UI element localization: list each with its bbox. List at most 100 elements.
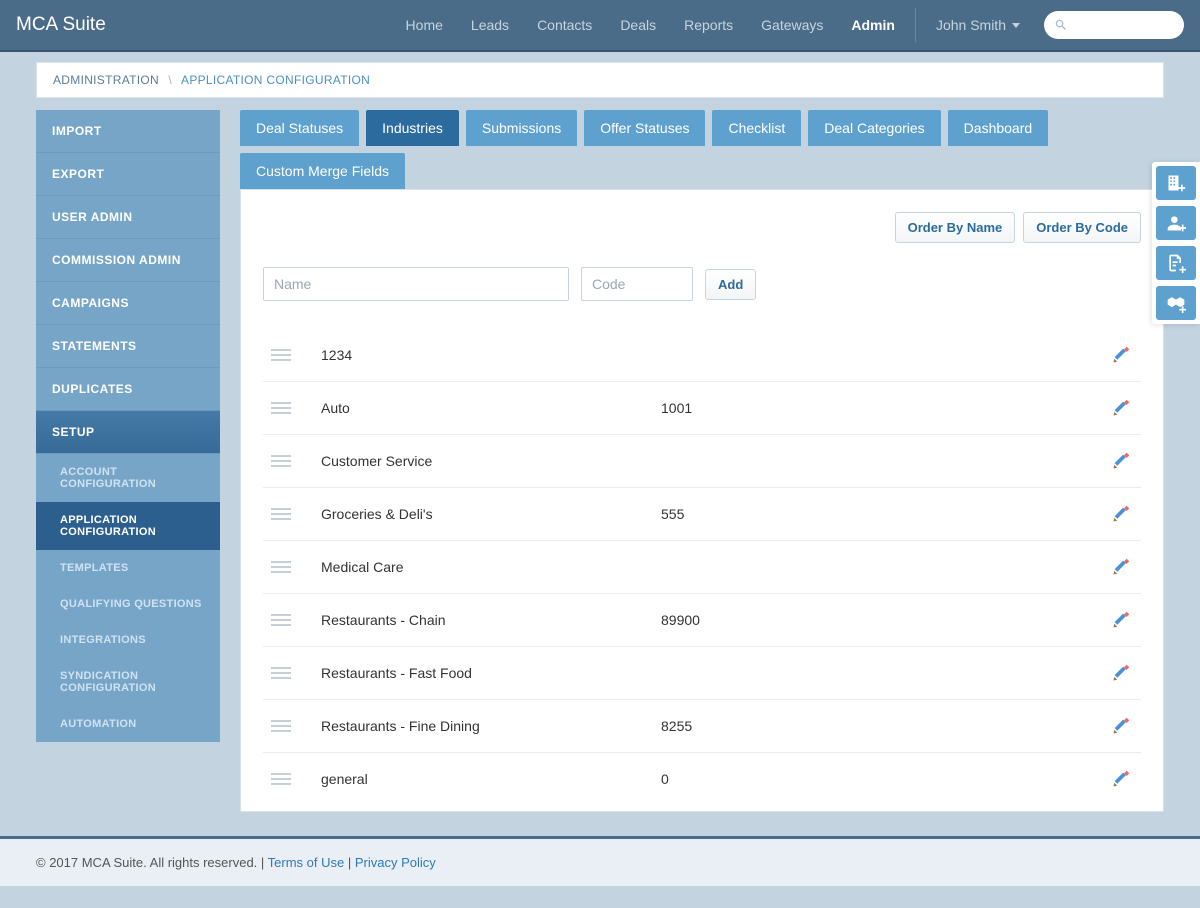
sidebar-item-export[interactable]: EXPORT [36, 153, 220, 196]
add-button[interactable]: Add [705, 269, 756, 300]
sub-account-config[interactable]: ACCOUNT CONFIGURATION [36, 454, 220, 502]
pencil-icon [1112, 452, 1130, 470]
edit-button[interactable] [1109, 343, 1133, 367]
footer-sep: | [348, 855, 355, 870]
nav-deals[interactable]: Deals [606, 0, 670, 51]
drag-handle-icon[interactable] [271, 614, 291, 626]
tab-offer-statuses[interactable]: Offer Statuses [584, 110, 705, 146]
edit-button[interactable] [1109, 661, 1133, 685]
sub-templates[interactable]: TEMPLATES [36, 550, 220, 586]
main-column: Deal Statuses Industries Submissions Off… [240, 110, 1164, 812]
sub-syndication-config[interactable]: SYNDICATION CONFIGURATION [36, 658, 220, 706]
dock-add-user-button[interactable] [1156, 206, 1196, 240]
tab-deal-categories[interactable]: Deal Categories [808, 110, 940, 146]
pencil-icon [1112, 558, 1130, 576]
sidebar-item-user-admin[interactable]: USER ADMIN [36, 196, 220, 239]
edit-button[interactable] [1109, 714, 1133, 738]
nav-reports[interactable]: Reports [670, 0, 747, 51]
table-row: 1234 [263, 329, 1141, 381]
row-code: 1001 [661, 400, 1109, 416]
footer-privacy-link[interactable]: Privacy Policy [355, 855, 436, 870]
industries-list: 1234 Auto1001 Customer Service Groceries… [263, 329, 1141, 805]
document-plus-icon [1166, 253, 1186, 273]
drag-handle-icon[interactable] [271, 667, 291, 679]
table-row: Customer Service [263, 434, 1141, 487]
chevron-down-icon [1012, 23, 1020, 28]
sub-application-config[interactable]: APPLICATION CONFIGURATION [36, 502, 220, 550]
tab-custom-merge-fields[interactable]: Custom Merge Fields [240, 153, 405, 189]
sidebar-item-duplicates[interactable]: DUPLICATES [36, 368, 220, 411]
sidebar-item-statements[interactable]: STATEMENTS [36, 325, 220, 368]
drag-handle-icon[interactable] [271, 455, 291, 467]
nav-divider [915, 8, 916, 42]
drag-handle-icon[interactable] [271, 561, 291, 573]
row-name: Restaurants - Chain [321, 612, 661, 628]
sidebar-item-campaigns[interactable]: CAMPAIGNS [36, 282, 220, 325]
dock-add-deal-button[interactable] [1156, 286, 1196, 320]
tab-industries[interactable]: Industries [366, 110, 459, 146]
add-row: Add [263, 267, 1141, 301]
tab-dashboard[interactable]: Dashboard [948, 110, 1049, 146]
row-code: 8255 [661, 718, 1109, 734]
global-search[interactable] [1044, 11, 1184, 39]
nav-contacts[interactable]: Contacts [523, 0, 606, 51]
search-icon [1054, 18, 1068, 32]
footer-terms-link[interactable]: Terms of Use [268, 855, 345, 870]
sidebar-item-setup[interactable]: SETUP [36, 411, 220, 454]
dock-add-company-button[interactable] [1156, 166, 1196, 200]
config-tabs: Deal Statuses Industries Submissions Off… [240, 110, 1164, 189]
edit-button[interactable] [1109, 396, 1133, 420]
table-row: Groceries & Deli's555 [263, 487, 1141, 540]
nav-home[interactable]: Home [392, 0, 457, 51]
breadcrumb-root[interactable]: ADMINISTRATION [53, 73, 159, 87]
drag-handle-icon[interactable] [271, 773, 291, 785]
sidebar-item-import[interactable]: IMPORT [36, 110, 220, 153]
dock-add-document-button[interactable] [1156, 246, 1196, 280]
order-by-code-button[interactable]: Order By Code [1023, 212, 1141, 243]
pencil-icon [1112, 505, 1130, 523]
nav-gateways[interactable]: Gateways [747, 0, 837, 51]
table-row: Restaurants - Fast Food [263, 646, 1141, 699]
nav-leads[interactable]: Leads [457, 0, 523, 51]
row-name: general [321, 771, 661, 787]
drag-handle-icon[interactable] [271, 402, 291, 414]
order-toolbar: Order By Name Order By Code [263, 212, 1141, 243]
industries-panel: Order By Name Order By Code Add 1234 Aut… [240, 189, 1164, 812]
sub-qualifying-questions[interactable]: QUALIFYING QUESTIONS [36, 586, 220, 622]
tab-submissions[interactable]: Submissions [466, 110, 577, 146]
row-name: 1234 [321, 347, 661, 363]
search-input[interactable] [1074, 18, 1174, 33]
quick-actions-dock [1152, 162, 1200, 324]
sub-integrations[interactable]: INTEGRATIONS [36, 622, 220, 658]
drag-handle-icon[interactable] [271, 349, 291, 361]
edit-button[interactable] [1109, 555, 1133, 579]
edit-button[interactable] [1109, 767, 1133, 791]
footer: © 2017 MCA Suite. All rights reserved. |… [0, 836, 1200, 886]
row-name: Restaurants - Fast Food [321, 665, 661, 681]
drag-handle-icon[interactable] [271, 720, 291, 732]
tab-checklist[interactable]: Checklist [712, 110, 801, 146]
table-row: Restaurants - Chain89900 [263, 593, 1141, 646]
name-input[interactable] [263, 267, 569, 301]
row-code: 89900 [661, 612, 1109, 628]
user-name: John Smith [936, 17, 1006, 33]
topbar: MCA Suite Home Leads Contacts Deals Repo… [0, 0, 1200, 52]
order-by-name-button[interactable]: Order By Name [895, 212, 1016, 243]
edit-button[interactable] [1109, 608, 1133, 632]
pencil-icon [1112, 611, 1130, 629]
sidebar-setup-sub: ACCOUNT CONFIGURATION APPLICATION CONFIG… [36, 454, 220, 742]
edit-button[interactable] [1109, 449, 1133, 473]
edit-button[interactable] [1109, 502, 1133, 526]
table-row: Restaurants - Fine Dining8255 [263, 699, 1141, 752]
breadcrumb-current[interactable]: APPLICATION CONFIGURATION [181, 73, 370, 87]
row-name: Auto [321, 400, 661, 416]
user-menu[interactable]: John Smith [922, 0, 1034, 51]
sidebar-item-commission-admin[interactable]: COMMISSION ADMIN [36, 239, 220, 282]
nav-admin[interactable]: Admin [837, 0, 909, 51]
sub-automation[interactable]: AUTOMATION [36, 706, 220, 742]
table-row: Auto1001 [263, 381, 1141, 434]
tab-deal-statuses[interactable]: Deal Statuses [240, 110, 359, 146]
drag-handle-icon[interactable] [271, 508, 291, 520]
code-input[interactable] [581, 267, 693, 301]
table-row: general0 [263, 752, 1141, 805]
